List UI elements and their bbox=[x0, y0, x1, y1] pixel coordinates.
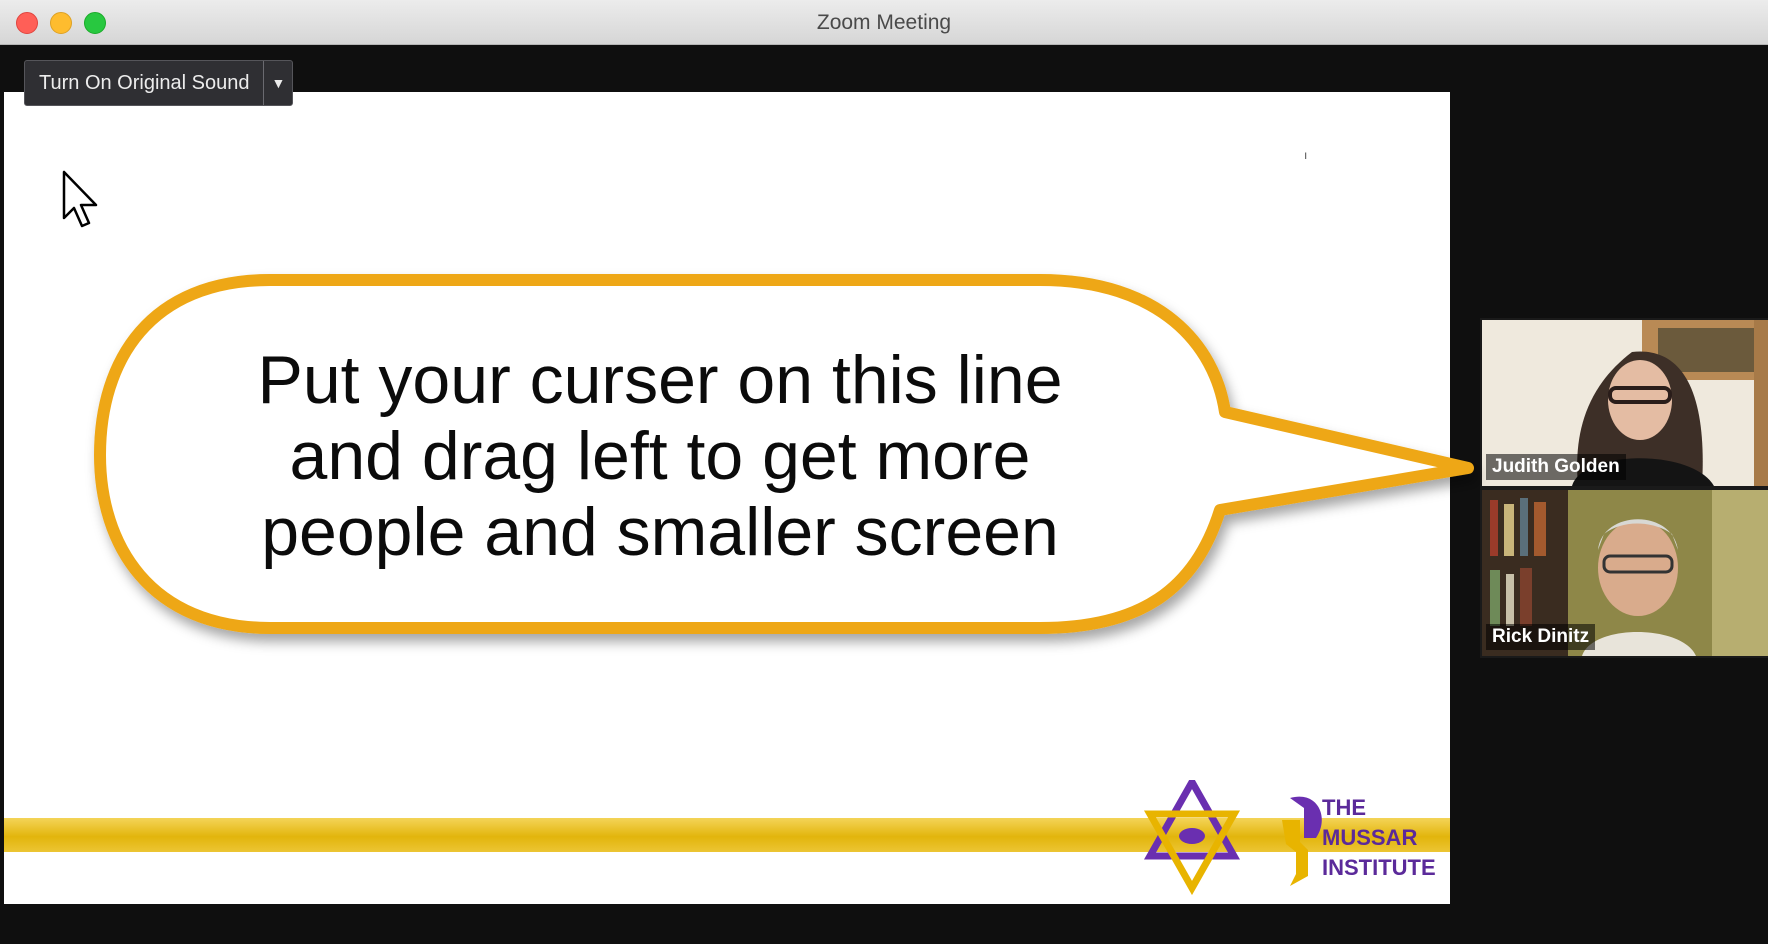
logo-text-line-2: MUSSAR bbox=[1322, 825, 1418, 850]
mouse-cursor-icon bbox=[62, 170, 98, 228]
logo-text: THE MUSSAR INSTITUTE bbox=[1322, 793, 1436, 883]
callout-line-3: people and smaller screen bbox=[261, 494, 1059, 570]
participant-name: Rick Dinitz bbox=[1486, 624, 1596, 650]
callout-line-2: and drag left to get more bbox=[289, 418, 1031, 494]
logo-text-line-1: THE bbox=[1322, 795, 1366, 820]
participant-name: Judith Golden bbox=[1486, 454, 1626, 480]
chevron-down-icon[interactable]: ▼ bbox=[263, 61, 292, 105]
logo-text-line-3: INSTITUTE bbox=[1322, 855, 1436, 880]
original-sound-label[interactable]: Turn On Original Sound bbox=[25, 61, 263, 105]
text-cursor-mark: ı bbox=[1304, 148, 1308, 162]
callout-line-1: Put your curser on this line bbox=[257, 342, 1063, 418]
callout-text: Put your curser on this line and drag le… bbox=[200, 342, 1120, 570]
original-sound-button[interactable]: Turn On Original Sound ▼ bbox=[24, 60, 294, 106]
